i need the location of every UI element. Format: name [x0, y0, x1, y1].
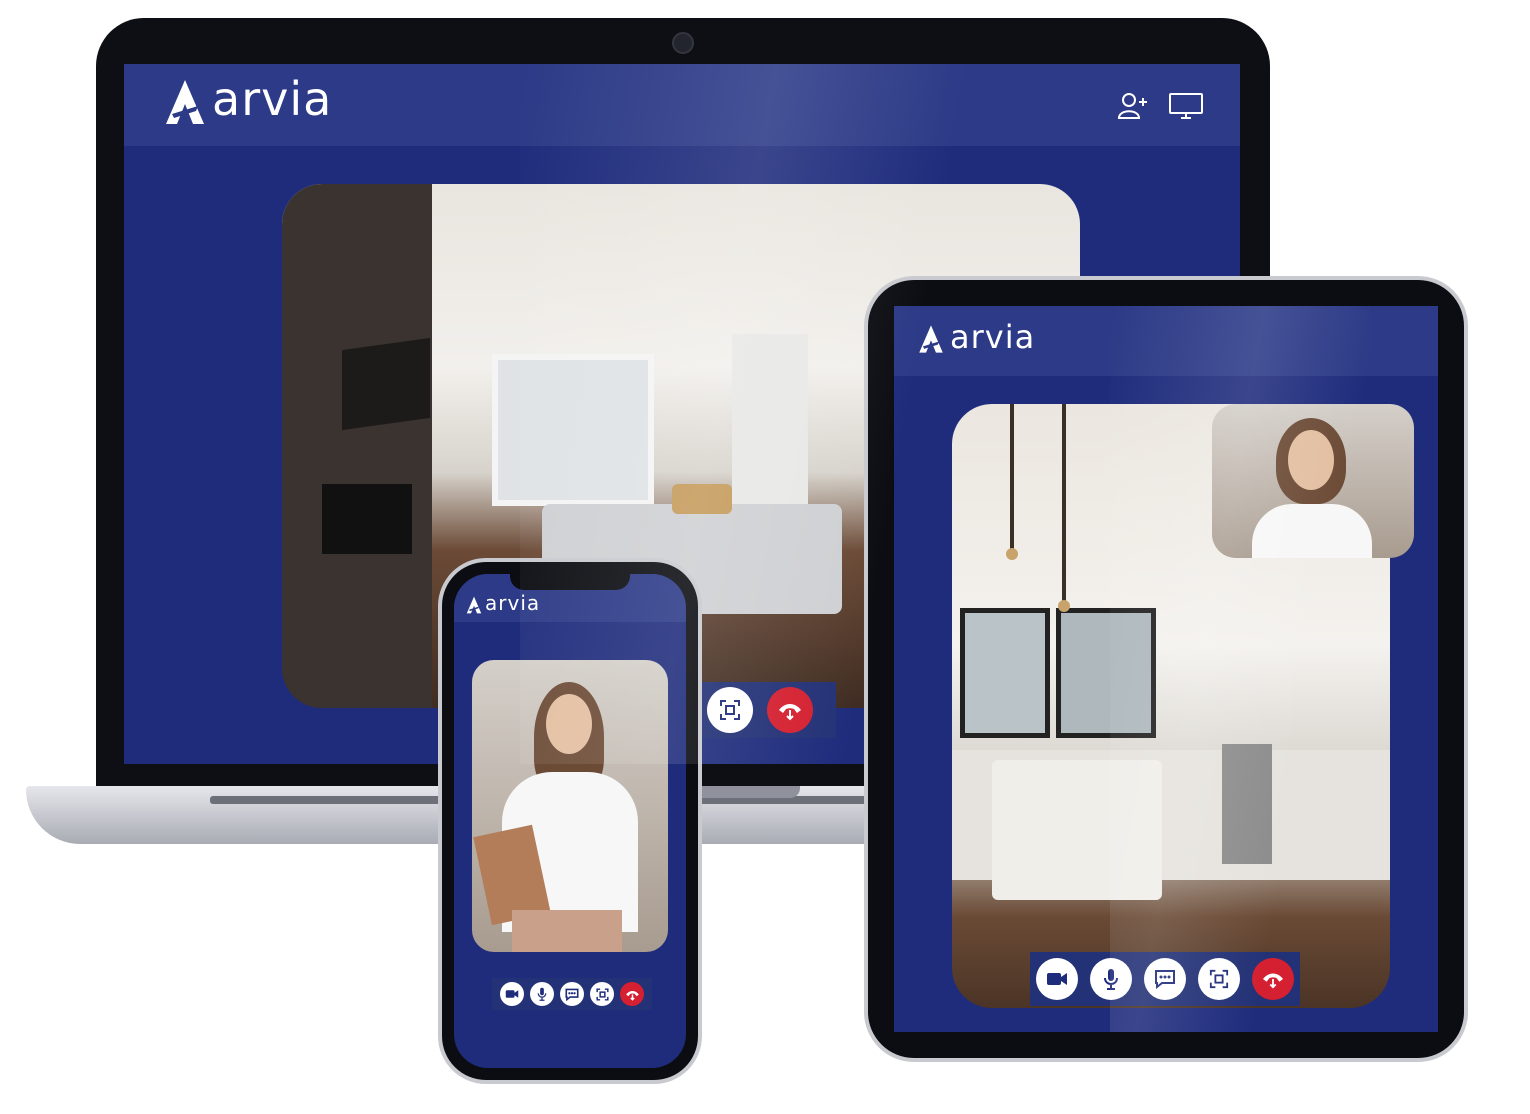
end-call-button[interactable] — [767, 687, 813, 733]
laptop-logo: arvia — [164, 72, 332, 126]
chat-button[interactable] — [560, 982, 584, 1006]
camera-icon — [505, 990, 519, 998]
phone-screen: arvia — [454, 574, 686, 1068]
screenshot-button[interactable] — [590, 982, 614, 1006]
arvia-logo-icon — [166, 80, 204, 124]
tablet-call-controls — [1030, 952, 1300, 1006]
phone-logo-text: arvia — [485, 591, 541, 615]
chat-button[interactable] — [1144, 958, 1186, 1000]
screenshot-icon — [720, 700, 740, 720]
camera-button[interactable] — [500, 982, 524, 1006]
chat-icon — [1155, 970, 1175, 989]
laptop-call-controls — [684, 682, 836, 738]
end-call-icon — [625, 990, 639, 1001]
screenshot-button[interactable] — [1198, 958, 1240, 1000]
phone-notch — [510, 568, 630, 590]
end-call-button[interactable] — [1252, 958, 1294, 1000]
end-call-icon — [1263, 973, 1283, 989]
chat-icon — [565, 988, 579, 1001]
phone-logo: arvia — [466, 591, 541, 615]
laptop-camera — [672, 32, 694, 54]
microphone-icon — [1104, 969, 1118, 990]
screenshot-icon — [1209, 969, 1229, 989]
screenshot-button[interactable] — [707, 687, 753, 733]
camera-button[interactable] — [1036, 958, 1078, 1000]
microphone-button[interactable] — [530, 982, 554, 1006]
tablet-screen: arvia — [894, 306, 1438, 1032]
add-user-icon[interactable] — [1118, 92, 1150, 120]
camera-icon — [1047, 973, 1067, 985]
tablet-logo-text: arvia — [950, 318, 1036, 356]
end-call-icon — [779, 704, 801, 721]
phone-call-controls — [492, 978, 652, 1010]
tablet-logo: arvia — [918, 318, 1035, 356]
tablet-self-view — [1212, 404, 1414, 558]
phone-video-feed — [472, 660, 668, 952]
screenshot-icon — [595, 987, 609, 1001]
laptop-logo-text: arvia — [212, 72, 333, 126]
end-call-button[interactable] — [620, 982, 644, 1006]
microphone-icon — [537, 987, 547, 1001]
arvia-logo-icon — [919, 325, 943, 353]
arvia-logo-icon — [466, 596, 482, 613]
microphone-button[interactable] — [1090, 958, 1132, 1000]
screen-share-icon[interactable] — [1168, 92, 1204, 120]
